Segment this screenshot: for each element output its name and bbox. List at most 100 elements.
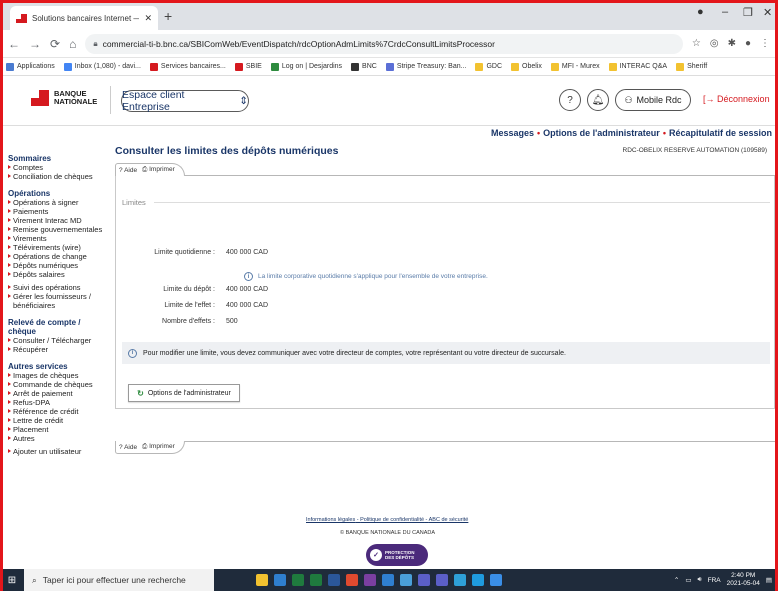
sidebar-link[interactable]: Placement bbox=[8, 425, 108, 434]
deposit-protection-badge[interactable]: ✓ PROTECTION DES DÉPÔTS bbox=[366, 544, 428, 566]
sidebar-link[interactable]: Opérations à signer bbox=[8, 198, 108, 207]
print-link-bottom[interactable]: ⎙ Imprimer bbox=[142, 443, 175, 451]
session-summary-link[interactable]: Récapitulatif de session bbox=[669, 128, 772, 138]
security-link[interactable]: ABC de sécurité bbox=[429, 517, 469, 523]
bookmark-item[interactable]: Sheriff bbox=[676, 62, 707, 71]
forward-arrow-icon[interactable]: → bbox=[29, 37, 41, 51]
bookmark-item[interactable]: Log on | Desjardins bbox=[270, 62, 342, 71]
language-indicator[interactable]: FRA bbox=[708, 577, 721, 584]
admin-options-button-label: Options de l'administrateur bbox=[147, 389, 231, 397]
account-icon[interactable]: ● bbox=[745, 38, 751, 49]
reload-icon[interactable]: ⟳ bbox=[50, 37, 60, 51]
sidebar-link[interactable]: Récupérer bbox=[8, 345, 108, 354]
notification-center-icon[interactable]: ▤ bbox=[766, 576, 772, 584]
sidebar-link[interactable]: Suivi des opérations bbox=[8, 283, 108, 292]
notifications-button[interactable]: 🔔︎ bbox=[587, 89, 609, 111]
bookmark-item[interactable]: GDC bbox=[475, 62, 502, 71]
url-field[interactable]: 🔒︎ commercial-ti-b.bnc.ca/SBIComWeb/Even… bbox=[85, 33, 683, 54]
app-icon[interactable] bbox=[346, 574, 358, 586]
volume-icon[interactable]: 🔊︎ bbox=[697, 576, 701, 584]
app-icon[interactable] bbox=[472, 574, 484, 586]
help-button[interactable]: ? bbox=[559, 89, 581, 111]
messages-link[interactable]: Messages bbox=[491, 128, 534, 138]
taskbar-search[interactable]: ⌕ Taper ici pour effectuer une recherche bbox=[24, 569, 214, 591]
profile-icon[interactable]: ● bbox=[697, 6, 704, 18]
sidebar-link[interactable]: Remise gouvernementales bbox=[8, 225, 108, 234]
space-selector[interactable]: Espace client Entreprise ⇕ bbox=[121, 89, 249, 113]
app-icon[interactable] bbox=[400, 574, 412, 586]
clock[interactable]: 2:40 PM 2021-05-04 bbox=[727, 572, 760, 588]
daily-limit-label: Limite quotidienne : bbox=[154, 249, 215, 256]
bookmark-item[interactable]: Applications bbox=[6, 62, 55, 71]
privacy-link[interactable]: Politique de confidentialité bbox=[360, 517, 424, 523]
sidebar-link[interactable]: Refus-DPA bbox=[8, 398, 108, 407]
bookmark-item[interactable]: Inbox (1,080) - davi... bbox=[63, 62, 141, 71]
sidebar-link[interactable]: Paiements bbox=[8, 207, 108, 216]
sidebar-link[interactable]: Conciliation de chèques bbox=[8, 172, 108, 181]
excel-icon[interactable] bbox=[310, 574, 322, 586]
sidebar-link[interactable]: Lettre de crédit bbox=[8, 416, 108, 425]
sidebar-link[interactable]: Gérer les fournisseurs / bénéficiaires bbox=[8, 292, 108, 310]
network-icon[interactable]: ▭ bbox=[685, 576, 691, 584]
puzzle-icon[interactable]: ✱ bbox=[728, 38, 736, 49]
sidebar-link[interactable]: Autres bbox=[8, 434, 108, 443]
chevron-up-icon[interactable]: ⌃ bbox=[674, 576, 679, 584]
sidebar-link[interactable]: Comptes bbox=[8, 163, 108, 172]
file-explorer-icon[interactable] bbox=[256, 574, 268, 586]
back-arrow-icon[interactable]: ← bbox=[8, 37, 20, 51]
item-limit-label: Limite de l'effet : bbox=[164, 302, 215, 309]
bookmark-item[interactable]: Obelix bbox=[511, 62, 542, 71]
notice-banner: i Pour modifier une limite, vous devez c… bbox=[122, 342, 770, 364]
bookmark-item[interactable]: INTERAC Q&A bbox=[608, 62, 667, 71]
help-link[interactable]: ? Aide bbox=[119, 167, 137, 174]
teams-icon[interactable] bbox=[436, 574, 448, 586]
bnc-logo[interactable]: BANQUE NATIONALE bbox=[31, 90, 97, 106]
bookmark-label: Services bancaires... bbox=[160, 63, 226, 70]
admin-options-button[interactable]: ↻ Options de l'administrateur bbox=[128, 384, 240, 402]
help-link-bottom[interactable]: ? Aide bbox=[119, 444, 137, 451]
bookmark-item[interactable]: SBIE bbox=[234, 62, 262, 71]
app-icon[interactable] bbox=[274, 574, 286, 586]
word-icon[interactable] bbox=[328, 574, 340, 586]
edge-icon[interactable] bbox=[454, 574, 466, 586]
sidebar-link[interactable]: Images de chèques bbox=[8, 371, 108, 380]
sidebar-link[interactable]: Commande de chèques bbox=[8, 380, 108, 389]
mobile-rdc-button[interactable]: ⚇ Mobile Rdc bbox=[615, 89, 691, 111]
sidebar-link[interactable]: Dépôts salaires bbox=[8, 270, 108, 279]
outlook-icon[interactable] bbox=[382, 574, 394, 586]
excel-icon[interactable] bbox=[292, 574, 304, 586]
browser-tab[interactable]: Solutions bancaires Internet — I ✕ bbox=[10, 6, 158, 30]
badge-line-2: DES DÉPÔTS bbox=[385, 555, 415, 560]
new-tab-button[interactable]: + bbox=[164, 8, 172, 24]
maximize-button[interactable]: ❐ bbox=[743, 6, 753, 19]
sidebar-link[interactable]: Virement Interac MD bbox=[8, 216, 108, 225]
sidebar-link[interactable]: Consulter / Télécharger bbox=[8, 336, 108, 345]
sidebar-link[interactable]: Référence de crédit bbox=[8, 407, 108, 416]
admin-options-link[interactable]: Options de l'administrateur bbox=[543, 128, 660, 138]
sidebar-link[interactable]: Opérations de change bbox=[8, 252, 108, 261]
bookmark-item[interactable]: Stripe Treasury: Ban... bbox=[385, 62, 466, 71]
daily-limit-value: 400 000 CAD bbox=[226, 249, 269, 256]
windows-start-icon[interactable]: ⊞ bbox=[0, 569, 24, 591]
menu-icon[interactable]: ⋮ bbox=[760, 38, 770, 49]
close-window-button[interactable]: ✕ bbox=[763, 6, 772, 19]
minimize-button[interactable]: – bbox=[722, 6, 728, 18]
bookmark-item[interactable]: Services bancaires... bbox=[149, 62, 226, 71]
sidebar-link[interactable]: Dépôts numériques bbox=[8, 261, 108, 270]
sidebar-link[interactable]: Télévirements (wire) bbox=[8, 243, 108, 252]
star-icon[interactable]: ☆ bbox=[692, 38, 701, 49]
logout-link[interactable]: [→ Déconnexion bbox=[703, 94, 770, 104]
bookmark-item[interactable]: MFI - Murex bbox=[550, 62, 600, 71]
sidebar-link[interactable]: Virements bbox=[8, 234, 108, 243]
sidebar-link[interactable]: Arrêt de paiement bbox=[8, 389, 108, 398]
sidebar-link[interactable]: Ajouter un utilisateur bbox=[8, 447, 108, 456]
extension-icon[interactable]: ◎ bbox=[710, 38, 719, 49]
teams-icon[interactable] bbox=[418, 574, 430, 586]
legal-link[interactable]: Informations légales bbox=[306, 517, 355, 523]
close-tab-icon[interactable]: ✕ bbox=[144, 13, 152, 24]
app-icon[interactable] bbox=[490, 574, 502, 586]
print-link[interactable]: ⎙ Imprimer bbox=[142, 166, 175, 174]
onenote-icon[interactable] bbox=[364, 574, 376, 586]
home-icon[interactable]: ⌂ bbox=[69, 37, 76, 51]
bookmark-item[interactable]: BNC bbox=[351, 62, 377, 71]
